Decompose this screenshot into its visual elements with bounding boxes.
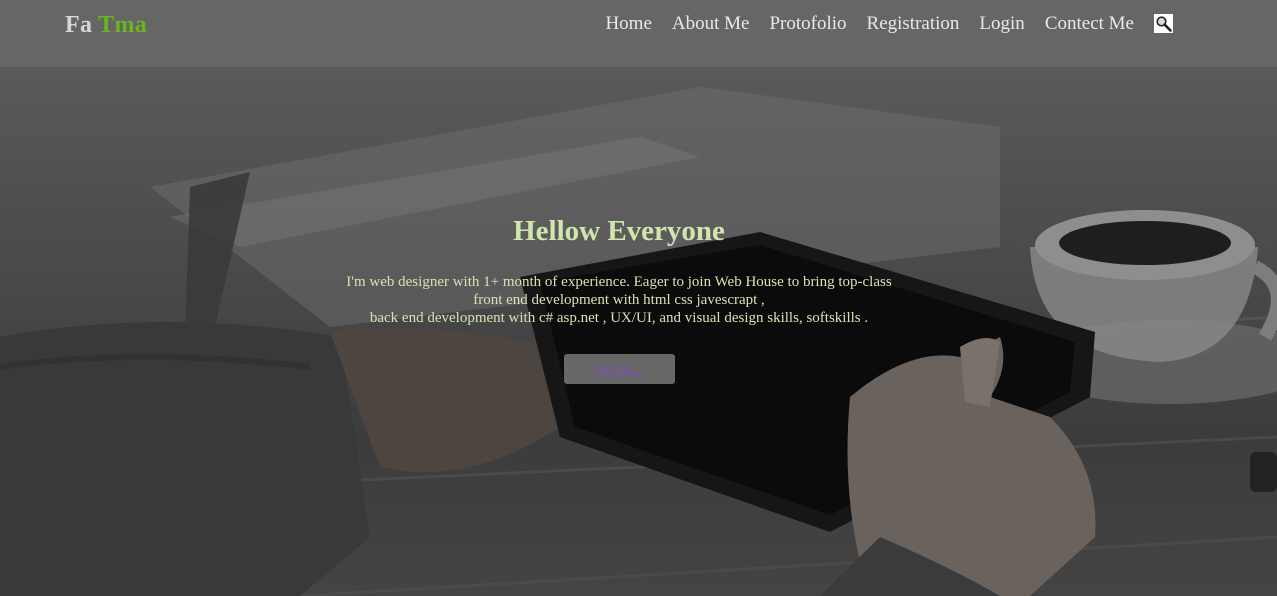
hero-background-image	[0, 87, 1277, 596]
search-icon	[1156, 16, 1172, 32]
hero-description: I'm web designer with 1+ month of experi…	[0, 273, 1238, 327]
hero-section: Hellow Everyone I'm web designer with 1+…	[0, 67, 1277, 596]
hero-description-line-2: front end development with html css jave…	[473, 292, 765, 308]
nav-home[interactable]: Home	[605, 13, 651, 35]
more-button[interactable]: more...	[564, 354, 675, 384]
nav-login[interactable]: Login	[979, 13, 1024, 35]
hero-description-line-3: back end development with c# asp.net , U…	[369, 310, 869, 326]
hero-title: Hellow Everyone	[513, 215, 725, 247]
brand-second: Tma	[98, 12, 148, 38]
search-button[interactable]	[1154, 14, 1173, 33]
top-navbar: Fa Tma Home About Me Protofolio Registra…	[0, 0, 1277, 67]
brand-logo[interactable]: Fa Tma	[65, 12, 147, 39]
hero-description-line-1: I'm web designer with 1+ month of experi…	[346, 274, 892, 290]
nav-contact-me[interactable]: Contect Me	[1045, 13, 1134, 35]
nav-menu: Home About Me Protofolio Registration Lo…	[605, 13, 1134, 35]
more-link[interactable]: more...	[596, 359, 644, 378]
nav-about-me[interactable]: About Me	[672, 13, 750, 35]
nav-portfolio[interactable]: Protofolio	[769, 13, 846, 35]
brand-first: Fa	[65, 12, 93, 38]
nav-registration[interactable]: Registration	[867, 13, 960, 35]
